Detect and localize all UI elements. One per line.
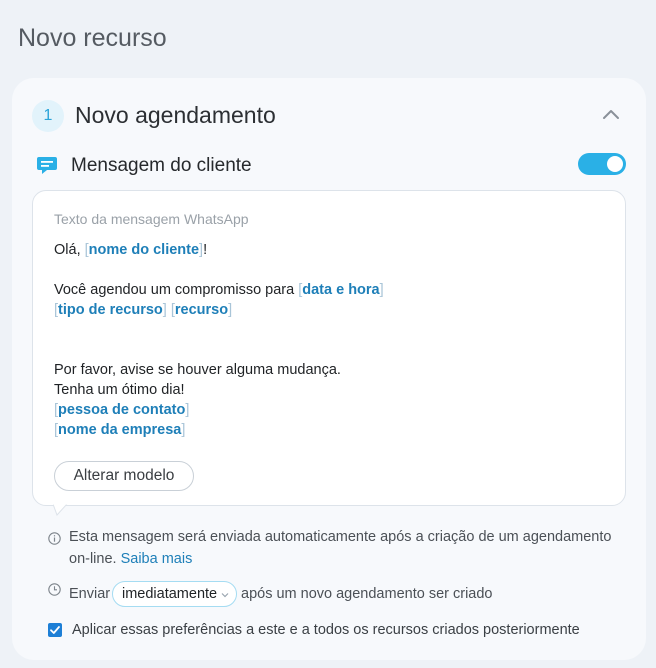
message-line: Olá, [nome do cliente]! (54, 242, 208, 258)
message-box-tail (53, 504, 69, 516)
send-timing-row: Enviar imediatamente após um novo agenda… (48, 580, 626, 608)
send-timing-select[interactable]: imediatamente (112, 581, 237, 607)
send-timing-value: imediatamente (122, 586, 218, 602)
message-line: [pessoa de contato] (54, 402, 190, 418)
page-title: Novo recurso (18, 24, 167, 52)
message-line: Você agendou um compromisso para [data e… (54, 282, 384, 298)
message-line: Por favor, avise se houver alguma mudanç… (54, 362, 341, 378)
placeholder-client-name: nome do cliente (88, 242, 200, 258)
apply-preferences-checkbox[interactable] (48, 623, 62, 637)
message-template-box: Texto da mensagem WhatsApp Olá, [nome do… (32, 190, 626, 516)
message-line: [tipo de recurso] [recurso] (54, 302, 233, 318)
apply-preferences-label[interactable]: Aplicar essas preferências a este e a to… (72, 622, 580, 638)
placeholder-contact-person: pessoa de contato (58, 402, 186, 418)
placeholder-company-name: nome da empresa (58, 422, 182, 438)
change-template-button[interactable]: Alterar modelo (54, 461, 194, 491)
info-icon (48, 530, 61, 545)
client-message-label: Mensagem do cliente (71, 155, 252, 176)
send-suffix-label: após um novo agendamento ser criado (241, 586, 493, 602)
toggle-knob (607, 156, 623, 172)
step-title: Novo agendamento (75, 102, 276, 128)
send-prefix-label: Enviar (69, 586, 111, 602)
placeholder-date-time: data e hora (302, 282, 380, 298)
message-template-text: Olá, [nome do cliente]! Você agendou um … (54, 240, 605, 440)
step-number-badge: 1 (32, 100, 64, 132)
check-icon (50, 626, 60, 634)
placeholder-resource: recurso (174, 302, 229, 318)
apply-preferences-row: Aplicar essas preferências a este e a to… (48, 620, 626, 642)
chevron-up-icon[interactable] (600, 104, 622, 126)
clock-icon (48, 583, 61, 596)
message-line: Tenha um ótimo dia! (54, 382, 185, 398)
info-text: Esta mensagem será enviada automaticamen… (69, 529, 612, 567)
placeholder-resource-type: tipo de recurso (58, 302, 163, 318)
chevron-down-icon (221, 593, 229, 598)
new-booking-card: 1 Novo agendamento Mensagem do cliente T… (12, 78, 646, 660)
chat-bubble-icon (36, 154, 58, 176)
message-box-caption: Texto da mensagem WhatsApp (54, 211, 249, 227)
client-message-row: Mensagem do cliente (36, 152, 626, 180)
client-message-toggle[interactable] (578, 153, 626, 175)
message-line: [nome da empresa] (54, 422, 186, 438)
learn-more-link[interactable]: Saiba mais (121, 551, 193, 567)
step-header[interactable]: 1 Novo agendamento (32, 98, 626, 134)
